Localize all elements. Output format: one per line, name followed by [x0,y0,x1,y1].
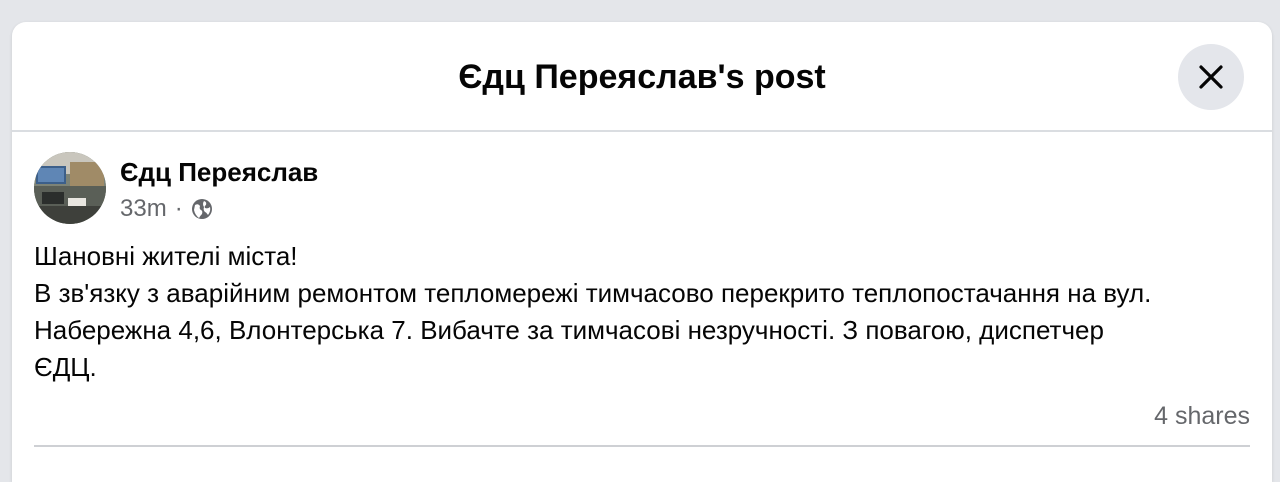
close-button[interactable] [1178,44,1244,110]
globe-icon[interactable] [191,198,213,220]
post-text-line: ЄДЦ. [34,352,97,382]
post-text-line: Набережна 4,6, Влонтерська 7. Вибачте за… [34,315,1104,345]
avatar[interactable] [34,152,106,224]
post-text-line: В зв'язку з аварійним ремонтом тепломере… [34,278,1152,308]
footer-divider [34,445,1250,447]
avatar-image [34,152,106,224]
shares-count[interactable]: 4 shares [1154,400,1250,432]
author-name[interactable]: Єдц Переяслав [120,157,318,187]
post-meta: 33m · [120,194,213,224]
post-text: Шановні жителі міста! В зв'язку з аварій… [34,238,1262,386]
dialog-title: Єдц Переяслав's post [458,58,826,96]
post-text-line: Шановні жителі міста! [34,241,298,271]
close-icon [1199,65,1223,89]
meta-separator: · [174,195,183,222]
post-dialog: Єдц Переяслав's post Єдц Переяслав 33m · [12,22,1272,482]
post-time[interactable]: 33m [120,195,167,223]
dialog-header: Єдц Переяслав's post [12,22,1272,132]
